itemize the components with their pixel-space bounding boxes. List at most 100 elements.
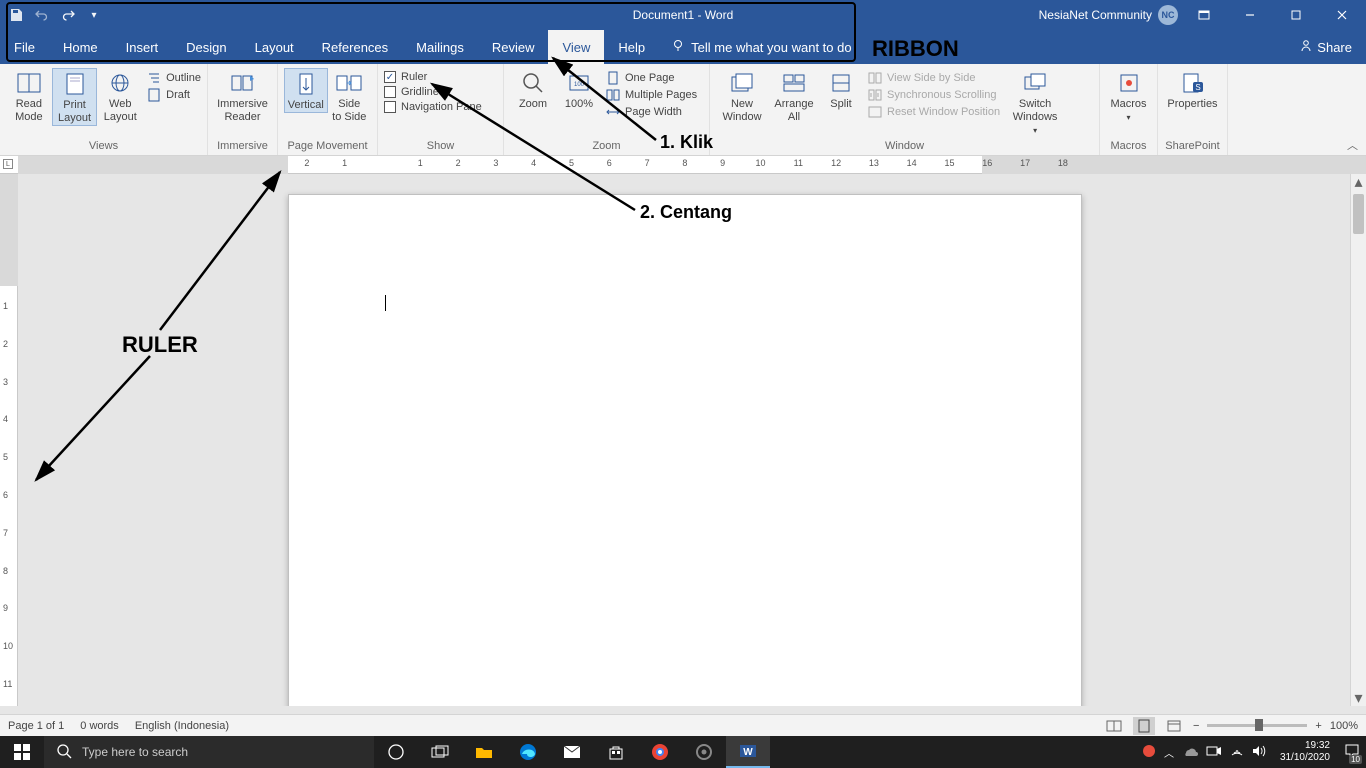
word-count[interactable]: 0 words xyxy=(80,720,119,732)
tell-me-search[interactable]: Tell me what you want to do xyxy=(659,30,863,64)
title-bar: ▾ Document1 - Word NesiaNet Community NC xyxy=(0,0,1366,30)
new-window-button[interactable]: New Window xyxy=(716,68,768,124)
gridlines-checkbox[interactable]: Gridlines xyxy=(384,86,482,98)
group-views-label: Views xyxy=(0,138,207,155)
zoom-in-button[interactable]: + xyxy=(1315,720,1321,732)
undo-icon[interactable] xyxy=(34,7,50,23)
read-mode-button[interactable]: Read Mode xyxy=(6,68,52,124)
vertical-ruler[interactable]: 1234567891011 xyxy=(0,174,18,706)
tray-volume-icon[interactable] xyxy=(1252,745,1266,760)
tab-mailings[interactable]: Mailings xyxy=(402,30,478,64)
tab-selector-icon[interactable]: L xyxy=(3,159,13,169)
account-name[interactable]: NesiaNet Community xyxy=(1039,8,1152,22)
tab-references[interactable]: References xyxy=(308,30,402,64)
horizontal-ruler[interactable]: L 21123456789101112131415161718 xyxy=(0,156,1366,174)
zoom-100-button[interactable]: 100100% xyxy=(556,68,602,111)
split-button[interactable]: Split xyxy=(820,68,862,111)
task-view-icon[interactable] xyxy=(418,736,462,768)
arrange-all-button[interactable]: Arrange All xyxy=(768,68,820,124)
tray-chevron-icon[interactable]: ︿ xyxy=(1164,745,1174,760)
page-width-label: Page Width xyxy=(625,106,682,118)
macros-button[interactable]: Macros▾ xyxy=(1106,68,1151,123)
tab-review[interactable]: Review xyxy=(478,30,549,64)
tray-app-icon[interactable] xyxy=(1142,744,1156,761)
share-button[interactable]: Share xyxy=(1285,30,1366,64)
share-icon xyxy=(1299,39,1313,56)
web-layout-label: Web Layout xyxy=(104,98,137,124)
scroll-down-icon[interactable]: ▾ xyxy=(1351,690,1366,706)
tab-help[interactable]: Help xyxy=(604,30,659,64)
print-layout-button[interactable]: Print Layout xyxy=(52,68,98,126)
draft-button[interactable]: Draft xyxy=(147,88,201,102)
switch-windows-button[interactable]: Switch Windows▾ xyxy=(1006,68,1064,136)
view-side-by-side-button: View Side by Side xyxy=(868,71,1000,85)
start-button[interactable] xyxy=(0,736,44,768)
arrange-all-label: Arrange All xyxy=(774,98,813,124)
group-sharepoint-label: SharePoint xyxy=(1158,138,1227,155)
zoom-level[interactable]: 100% xyxy=(1330,720,1358,732)
group-window: New Window Arrange All Split View Side b… xyxy=(710,64,1100,155)
one-page-button[interactable]: One Page xyxy=(606,71,697,85)
immersive-reader-button[interactable]: Immersive Reader xyxy=(214,68,271,124)
zoom-slider[interactable] xyxy=(1207,724,1307,727)
settings-icon[interactable] xyxy=(682,736,726,768)
zoom-out-button[interactable]: − xyxy=(1193,720,1199,732)
group-macros-label: Macros xyxy=(1100,138,1157,155)
document-area[interactable] xyxy=(18,174,1350,706)
document-workspace: 1234567891011 ▴ ▾ xyxy=(0,174,1366,706)
tab-layout[interactable]: Layout xyxy=(241,30,308,64)
navigation-pane-checkbox[interactable]: Navigation Pane xyxy=(384,101,482,113)
tab-view[interactable]: View xyxy=(548,30,604,64)
outline-button[interactable]: Outline xyxy=(147,71,201,85)
chrome-icon[interactable] xyxy=(638,736,682,768)
redo-icon[interactable] xyxy=(60,7,76,23)
language-status[interactable]: English (Indonesia) xyxy=(135,720,229,732)
page-width-button[interactable]: Page Width xyxy=(606,105,697,119)
taskbar-clock[interactable]: 19:32 31/10/2020 xyxy=(1274,740,1336,764)
cortana-icon[interactable] xyxy=(374,736,418,768)
document-page[interactable] xyxy=(288,194,1082,706)
maximize-button[interactable] xyxy=(1276,0,1316,30)
ruler-checkbox[interactable]: Ruler xyxy=(384,71,482,83)
draft-label: Draft xyxy=(166,89,190,101)
save-icon[interactable] xyxy=(8,7,24,23)
edge-icon[interactable] xyxy=(506,736,550,768)
taskbar-search[interactable]: Type here to search xyxy=(44,736,374,768)
tray-meet-now-icon[interactable] xyxy=(1206,745,1222,760)
side-to-side-button[interactable]: Side to Side xyxy=(328,68,371,124)
file-explorer-icon[interactable] xyxy=(462,736,506,768)
close-button[interactable] xyxy=(1322,0,1362,30)
ribbon-display-options-icon[interactable] xyxy=(1184,0,1224,30)
scrollbar-thumb[interactable] xyxy=(1353,194,1364,234)
tray-network-icon[interactable] xyxy=(1230,745,1244,760)
sync-scroll-icon xyxy=(868,88,882,102)
tab-insert[interactable]: Insert xyxy=(112,30,173,64)
vertical-scrollbar[interactable]: ▴ ▾ xyxy=(1350,174,1366,706)
properties-button[interactable]: SProperties xyxy=(1164,68,1221,111)
mail-icon[interactable] xyxy=(550,736,594,768)
multiple-pages-button[interactable]: Multiple Pages xyxy=(606,88,697,102)
vertical-button[interactable]: Vertical xyxy=(284,68,328,113)
collapse-ribbon-icon[interactable]: ︿ xyxy=(1347,137,1358,153)
minimize-button[interactable] xyxy=(1230,0,1270,30)
group-zoom-label: Zoom xyxy=(504,138,709,155)
qat-customize-icon[interactable]: ▾ xyxy=(86,7,102,23)
scroll-up-icon[interactable]: ▴ xyxy=(1351,174,1366,190)
zoom-button[interactable]: Zoom xyxy=(510,68,556,111)
store-icon[interactable] xyxy=(594,736,638,768)
tab-design[interactable]: Design xyxy=(172,30,240,64)
tab-home[interactable]: Home xyxy=(49,30,112,64)
reset-window-position-button: Reset Window Position xyxy=(868,105,1000,119)
word-taskbar-icon[interactable]: W xyxy=(726,736,770,768)
tray-onedrive-icon[interactable] xyxy=(1182,745,1198,760)
group-immersive: Immersive Reader Immersive xyxy=(208,64,278,155)
tab-file[interactable]: File xyxy=(0,30,49,64)
action-center-icon[interactable]: 10 xyxy=(1344,743,1360,762)
page-count[interactable]: Page 1 of 1 xyxy=(8,720,64,732)
web-layout-button[interactable]: Web Layout xyxy=(97,68,143,124)
ribbon-tabs: File Home Insert Design Layout Reference… xyxy=(0,30,1366,64)
read-mode-view-icon[interactable] xyxy=(1103,717,1125,735)
web-layout-view-icon[interactable] xyxy=(1163,717,1185,735)
account-avatar[interactable]: NC xyxy=(1158,5,1178,25)
print-layout-view-icon[interactable] xyxy=(1133,717,1155,735)
